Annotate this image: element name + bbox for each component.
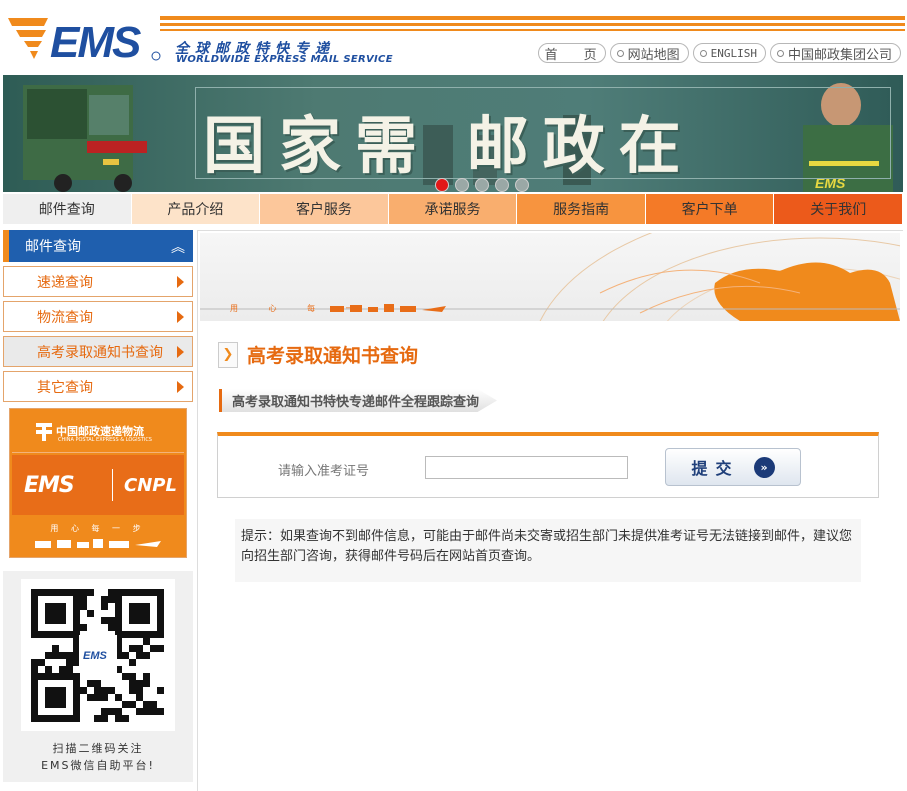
china-post-group-link[interactable]: 中国邮政集团公司 bbox=[769, 43, 901, 63]
nav-item[interactable]: 邮件查询 bbox=[3, 194, 132, 224]
promo-divider bbox=[112, 469, 113, 501]
nav-item[interactable]: 服务指南 bbox=[517, 194, 646, 224]
top-links: 首 页 网站地图 ENGLISH 中国邮政集团公司 bbox=[537, 43, 901, 63]
bullet-icon bbox=[699, 49, 707, 57]
home-link-label: 首 页 bbox=[544, 47, 597, 63]
home-link[interactable]: 首 页 bbox=[537, 43, 606, 63]
slide-dot[interactable] bbox=[515, 178, 529, 192]
slide-dot[interactable] bbox=[455, 178, 469, 192]
ems-logo[interactable]: EMS bbox=[8, 14, 163, 64]
double-chevron-right-icon: » bbox=[753, 456, 775, 478]
nav-item[interactable]: 产品介绍 bbox=[131, 194, 261, 224]
sitemap-link[interactable]: 网站地图 bbox=[609, 43, 689, 63]
promo-cnpl-logo: CNPL bbox=[124, 475, 177, 496]
main-nav: 邮件查询 产品介绍 客户服务 承诺服务 服务指南 客户下单 关于我们 bbox=[3, 194, 904, 224]
promo-top: 中国邮政速递物流 CHINA POSTAL EXPRESS & LOGISTIC… bbox=[12, 411, 184, 453]
slide-dot[interactable] bbox=[475, 178, 489, 192]
main-content: 用 心 每 一 步 ❯ 高考录取通知书查询 高考录取通知书特快专递邮件全程跟踪查… bbox=[197, 230, 903, 791]
submit-button[interactable]: 提交 » bbox=[665, 448, 801, 486]
promo-logos: EMS CNPL bbox=[12, 455, 184, 515]
banner-headline: 国家需 邮政在 bbox=[203, 109, 695, 182]
chevron-right-icon: ❯ bbox=[218, 341, 238, 368]
bullet-icon bbox=[616, 49, 624, 57]
sidebar-menu: 速递查询物流查询高考录取通知书查询 其它查询 bbox=[3, 266, 193, 402]
header-stripe bbox=[160, 29, 905, 31]
sidebar-menu-item-label: 高考录取通知书查询 bbox=[37, 344, 163, 361]
tab-full-tracking-query[interactable]: 高考录取通知书特快专递邮件全程跟踪查询 bbox=[219, 389, 498, 412]
site-header: EMS 全球邮政特快专递 WORLDWIDE EXPRESS MAIL SERV… bbox=[0, 0, 907, 75]
ticket-number-input[interactable] bbox=[425, 456, 628, 479]
svg-text:EMS: EMS bbox=[50, 18, 141, 64]
bullet-icon bbox=[776, 49, 784, 57]
wechat-qr-panel: EMS 扫描二维码关注 EMS微信自助平台! bbox=[3, 571, 193, 782]
chevron-up-icon[interactable]: ︽ bbox=[171, 237, 185, 257]
cpel-promo-banner[interactable]: 中国邮政速递物流 CHINA POSTAL EXPRESS & LOGISTIC… bbox=[9, 408, 187, 558]
nav-item[interactable]: 客户服务 bbox=[260, 194, 389, 224]
header-stripe bbox=[160, 16, 905, 20]
sidebar-menu-item-label: 物流查询 bbox=[37, 309, 93, 326]
header-stripe bbox=[160, 23, 905, 26]
ticket-number-label: 请输入准考证号 bbox=[278, 464, 370, 479]
sidebar-menu-item[interactable]: 物流查询 bbox=[3, 301, 193, 332]
sidebar: 邮件查询 ︽ 速递查询物流查询高考录取通知书查询 其它查询 中国邮政速递物流 CH… bbox=[3, 230, 193, 782]
english-link-label: ENGLISH bbox=[710, 46, 757, 60]
qr-ems-logo: EMS bbox=[83, 650, 108, 662]
slide-dot[interactable] bbox=[435, 178, 449, 192]
qr-caption: EMS微信自助平台! bbox=[41, 759, 155, 772]
qr-caption: 扫描二维码关注 bbox=[52, 742, 144, 755]
hero-banner[interactable]: EMS 国家需 邮政在 bbox=[3, 75, 903, 192]
vehicles-icon bbox=[35, 539, 161, 548]
promo-motto: 用 心 每 一 步 bbox=[50, 524, 146, 533]
slogan-en: WORLDWIDE EXPRESS MAIL SERVICE bbox=[176, 54, 393, 65]
slide-dot[interactable] bbox=[495, 178, 509, 192]
china-post-emblem-icon bbox=[36, 423, 52, 441]
caret-right-icon bbox=[177, 346, 184, 358]
sidebar-menu-item[interactable]: 速递查询 bbox=[3, 266, 193, 297]
nav-item[interactable]: 关于我们 bbox=[774, 194, 904, 224]
english-link[interactable]: ENGLISH bbox=[692, 43, 766, 63]
promo-cpel-en: CHINA POSTAL EXPRESS & LOGISTICS bbox=[58, 437, 152, 443]
sidebar-header[interactable]: 邮件查询 ︽ bbox=[3, 230, 193, 262]
submit-button-label: 提交 bbox=[691, 459, 740, 478]
sidebar-menu-item[interactable]: 高考录取通知书查询 bbox=[3, 336, 193, 367]
notice-box: 提示：如果查询不到邮件信息，可能由于邮件尚未交寄或招生部门未提供准考证号无法链接… bbox=[235, 519, 861, 582]
wechat-qr-code[interactable]: EMS bbox=[21, 579, 175, 731]
slide-indicators bbox=[435, 178, 529, 192]
caret-right-icon bbox=[177, 381, 184, 393]
china-post-group-link-label: 中国邮政集团公司 bbox=[787, 47, 892, 63]
globe-banner: 用 心 每 一 步 bbox=[200, 233, 900, 321]
promo-footer: 用 心 每 一 步 bbox=[12, 519, 184, 555]
query-form: 请输入准考证号 提交 » bbox=[217, 432, 879, 498]
nav-item[interactable]: 客户下单 bbox=[645, 194, 775, 224]
caret-right-icon bbox=[177, 311, 184, 323]
sidebar-menu-item-label: 速递查询 bbox=[37, 274, 93, 291]
nav-item[interactable]: 承诺服务 bbox=[388, 194, 518, 224]
sidebar-header-label: 邮件查询 bbox=[25, 239, 81, 255]
banner-motto: 用 心 每 一 步 bbox=[230, 304, 407, 313]
promo-ems-logo: EMS bbox=[24, 473, 75, 498]
page-title-row: ❯ 高考录取通知书查询 bbox=[218, 341, 418, 368]
caret-right-icon bbox=[177, 276, 184, 288]
sidebar-menu-item-label: 其它查询 bbox=[37, 379, 93, 396]
sidebar-menu-item[interactable]: 其它查询 bbox=[3, 371, 193, 402]
page-title: 高考录取通知书查询 bbox=[247, 345, 419, 367]
sitemap-link-label: 网站地图 bbox=[627, 47, 680, 63]
